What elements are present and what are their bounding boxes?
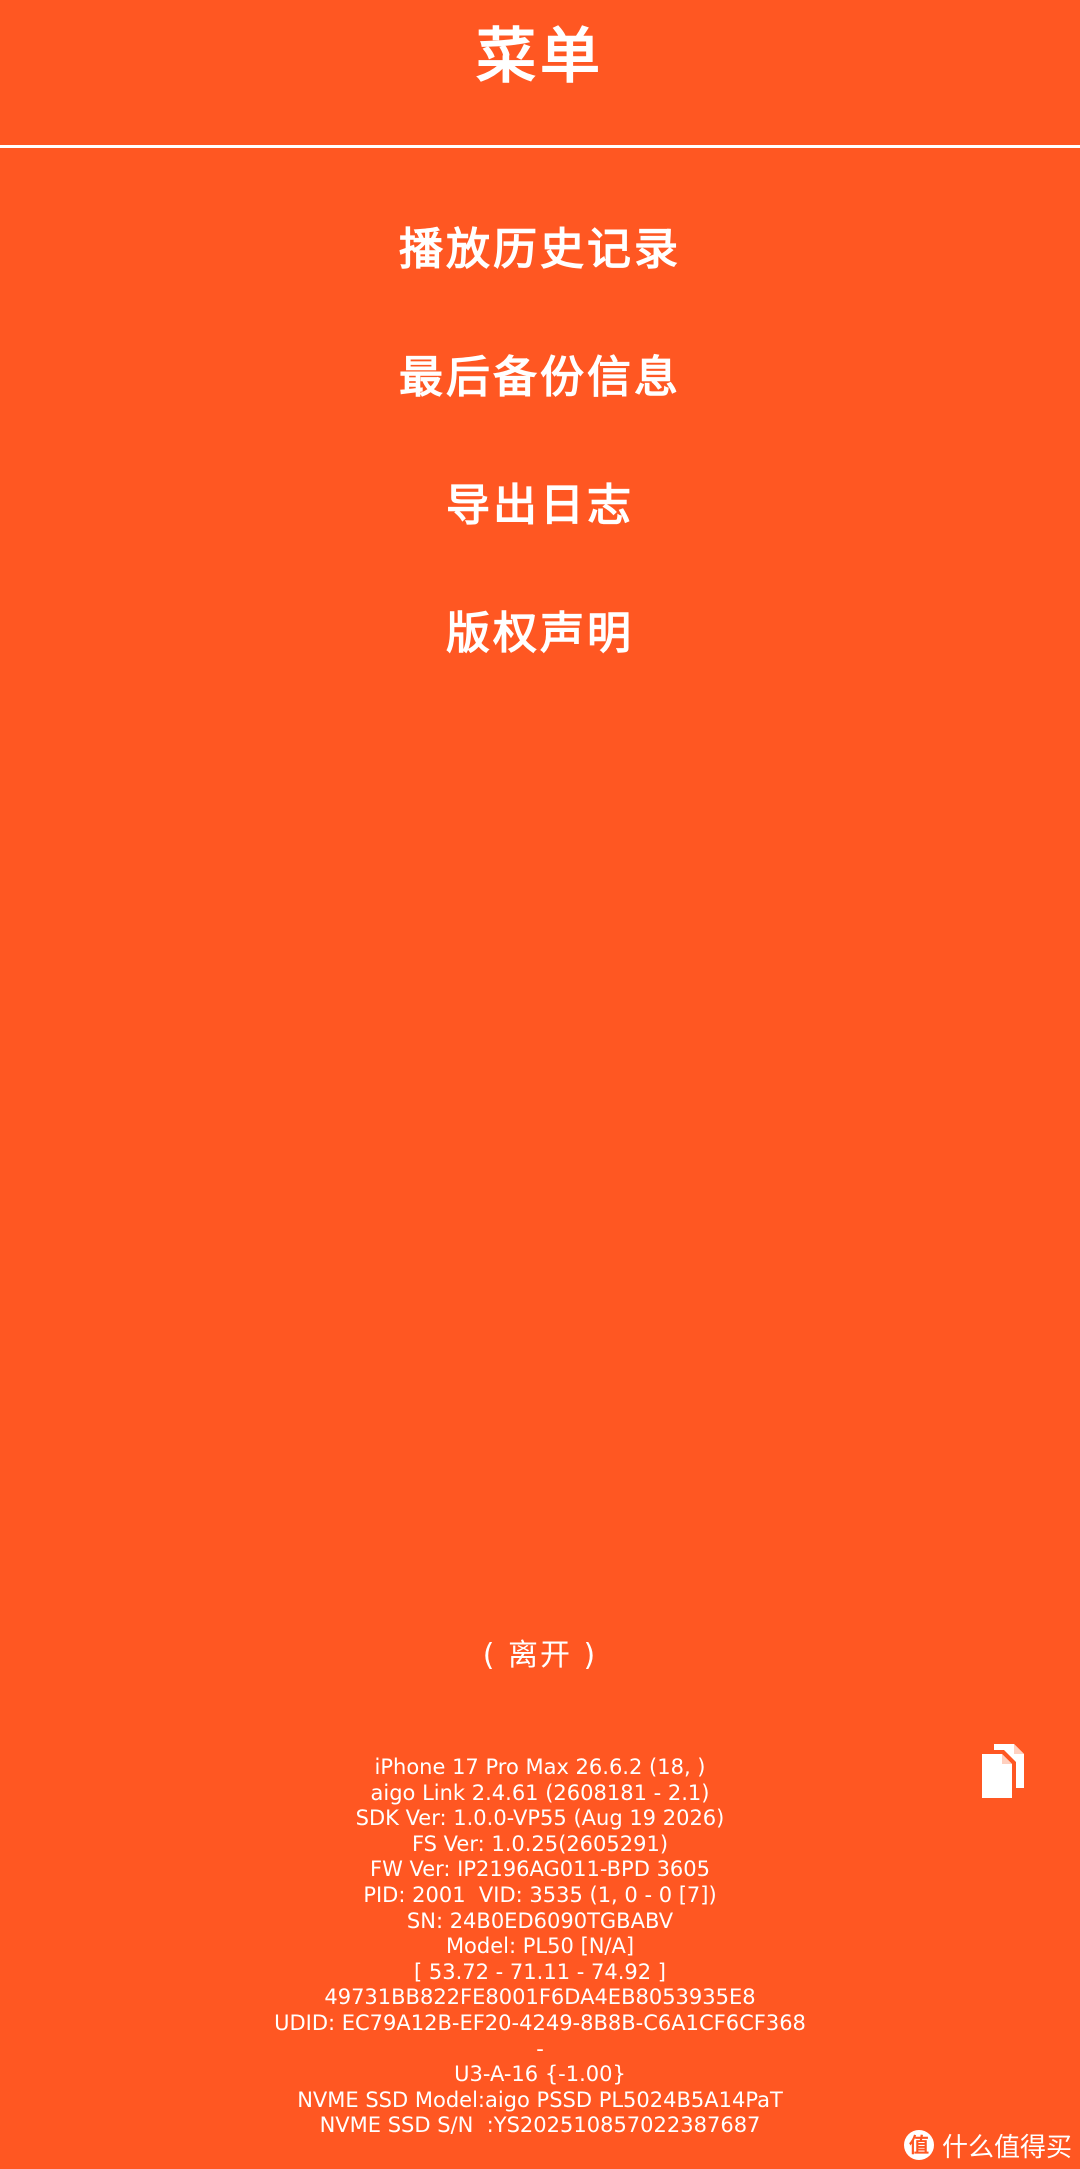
watermark-text: 什么值得买 [941, 2132, 1072, 2163]
page-title: 菜单 [476, 22, 604, 92]
watermark-logo-icon: 值 [903, 2130, 934, 2160]
menu-item-last-backup-info[interactable]: 最后备份信息 [0, 338, 1080, 466]
info-line-fw-version: FW Ver: IP2196AG011-BPD 3605 [369, 1857, 711, 1882]
info-line-device: iPhone 17 Pro Max 26.6.2 (18, ) [374, 1755, 706, 1779]
leave-button[interactable]: ( 离开 ) [0, 1630, 1080, 1674]
header: 菜单 [0, 0, 1080, 148]
info-line-pid-vid: PID: 2001 VID: 3535 (1, 0 - 0 [7]) [363, 1882, 717, 1907]
menu-item-play-history[interactable]: 播放历史记录 [0, 210, 1080, 338]
watermark: 值 什么值得买 [903, 2127, 1072, 2163]
menu-item-copyright[interactable]: 版权声明 [0, 594, 1080, 722]
info-line-udid: UDID: EC79A12B-EF20-4249-8B8B-C6A1CF6CF3… [274, 2010, 806, 2035]
info-line-ssd-model: NVME SSD Model:aigo PSSD PL5024B5A14PaT [297, 2087, 783, 2112]
info-line-app-version: aigo Link 2.4.61 (2608181 - 2.1) [370, 1780, 710, 1805]
menu-item-export-log[interactable]: 导出日志 [0, 466, 1080, 594]
device-info: iPhone 17 Pro Max 26.6.2 (18, ) aigo Lin… [0, 1755, 1080, 2139]
info-line-serial: SN: 24B0ED6090TGBABV [406, 1908, 674, 1933]
info-line-sdk-version: SDK Ver: 1.0.0-VP55 (Aug 19 2026) [355, 1806, 725, 1831]
info-line-readings: [ 53.72 - 71.11 - 74.92 ] [414, 1959, 666, 1984]
info-line-model: Model: PL50 [N/A] [445, 1934, 635, 1959]
info-line-usb-mode: U3-A-16 {-1.00} [454, 2062, 626, 2087]
menu-list: 播放历史记录 最后备份信息 导出日志 版权声明 [0, 210, 1080, 722]
info-line-separator: - [536, 2036, 544, 2061]
info-line-hash: 49731BB822FE8001F6DA4EB8053935E8 [324, 1985, 756, 2010]
info-line-fs-version: FS Ver: 1.0.25(2605291) [411, 1831, 669, 1856]
